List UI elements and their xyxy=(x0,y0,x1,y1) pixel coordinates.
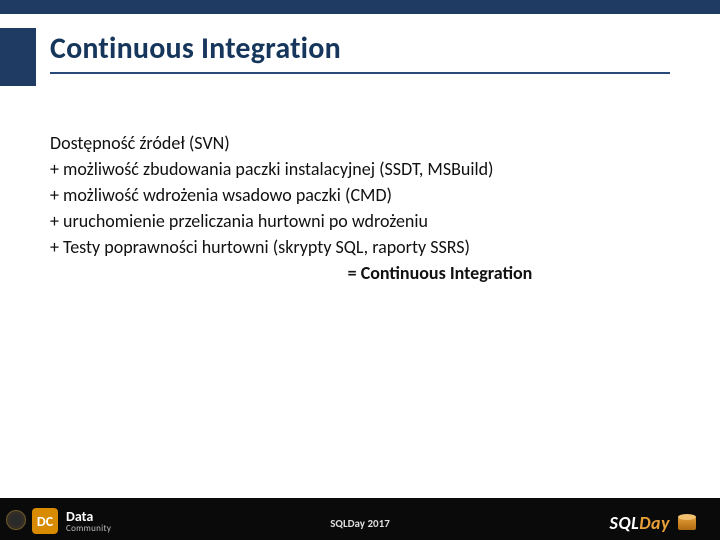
body-line-3: + możliwość wdrożenia wsadowo paczki (CM… xyxy=(50,182,670,208)
title-underline xyxy=(50,72,670,74)
sqlday-text: SQLDay xyxy=(610,512,671,534)
title-left-block xyxy=(0,28,36,86)
top-accent-bar xyxy=(0,0,720,14)
sqlday-logo: SQLDay xyxy=(610,512,699,534)
slide-title: Continuous Integration xyxy=(50,30,341,67)
footer-bar: DC Data Community SQLDay 2017 SQLDay xyxy=(0,498,720,540)
slide: Continuous Integration Dostępność źródeł… xyxy=(0,0,720,540)
barrel-icon xyxy=(676,513,698,533)
body-text: Dostępność źródeł (SVN) + możliwość zbud… xyxy=(50,130,670,287)
body-line-2: + możliwość zbudowania paczki instalacyj… xyxy=(50,156,670,182)
body-line-1: Dostępność źródeł (SVN) xyxy=(50,130,670,156)
sqlday-part1: SQL xyxy=(610,512,640,534)
body-line-4: + uruchomienie przeliczania hurtowni po … xyxy=(50,208,670,234)
body-line-5: + Testy poprawności hurtowni (skrypty SQ… xyxy=(50,234,670,260)
sqlday-part2: Day xyxy=(639,512,670,534)
body-result: = Continuous Integration xyxy=(50,260,670,286)
